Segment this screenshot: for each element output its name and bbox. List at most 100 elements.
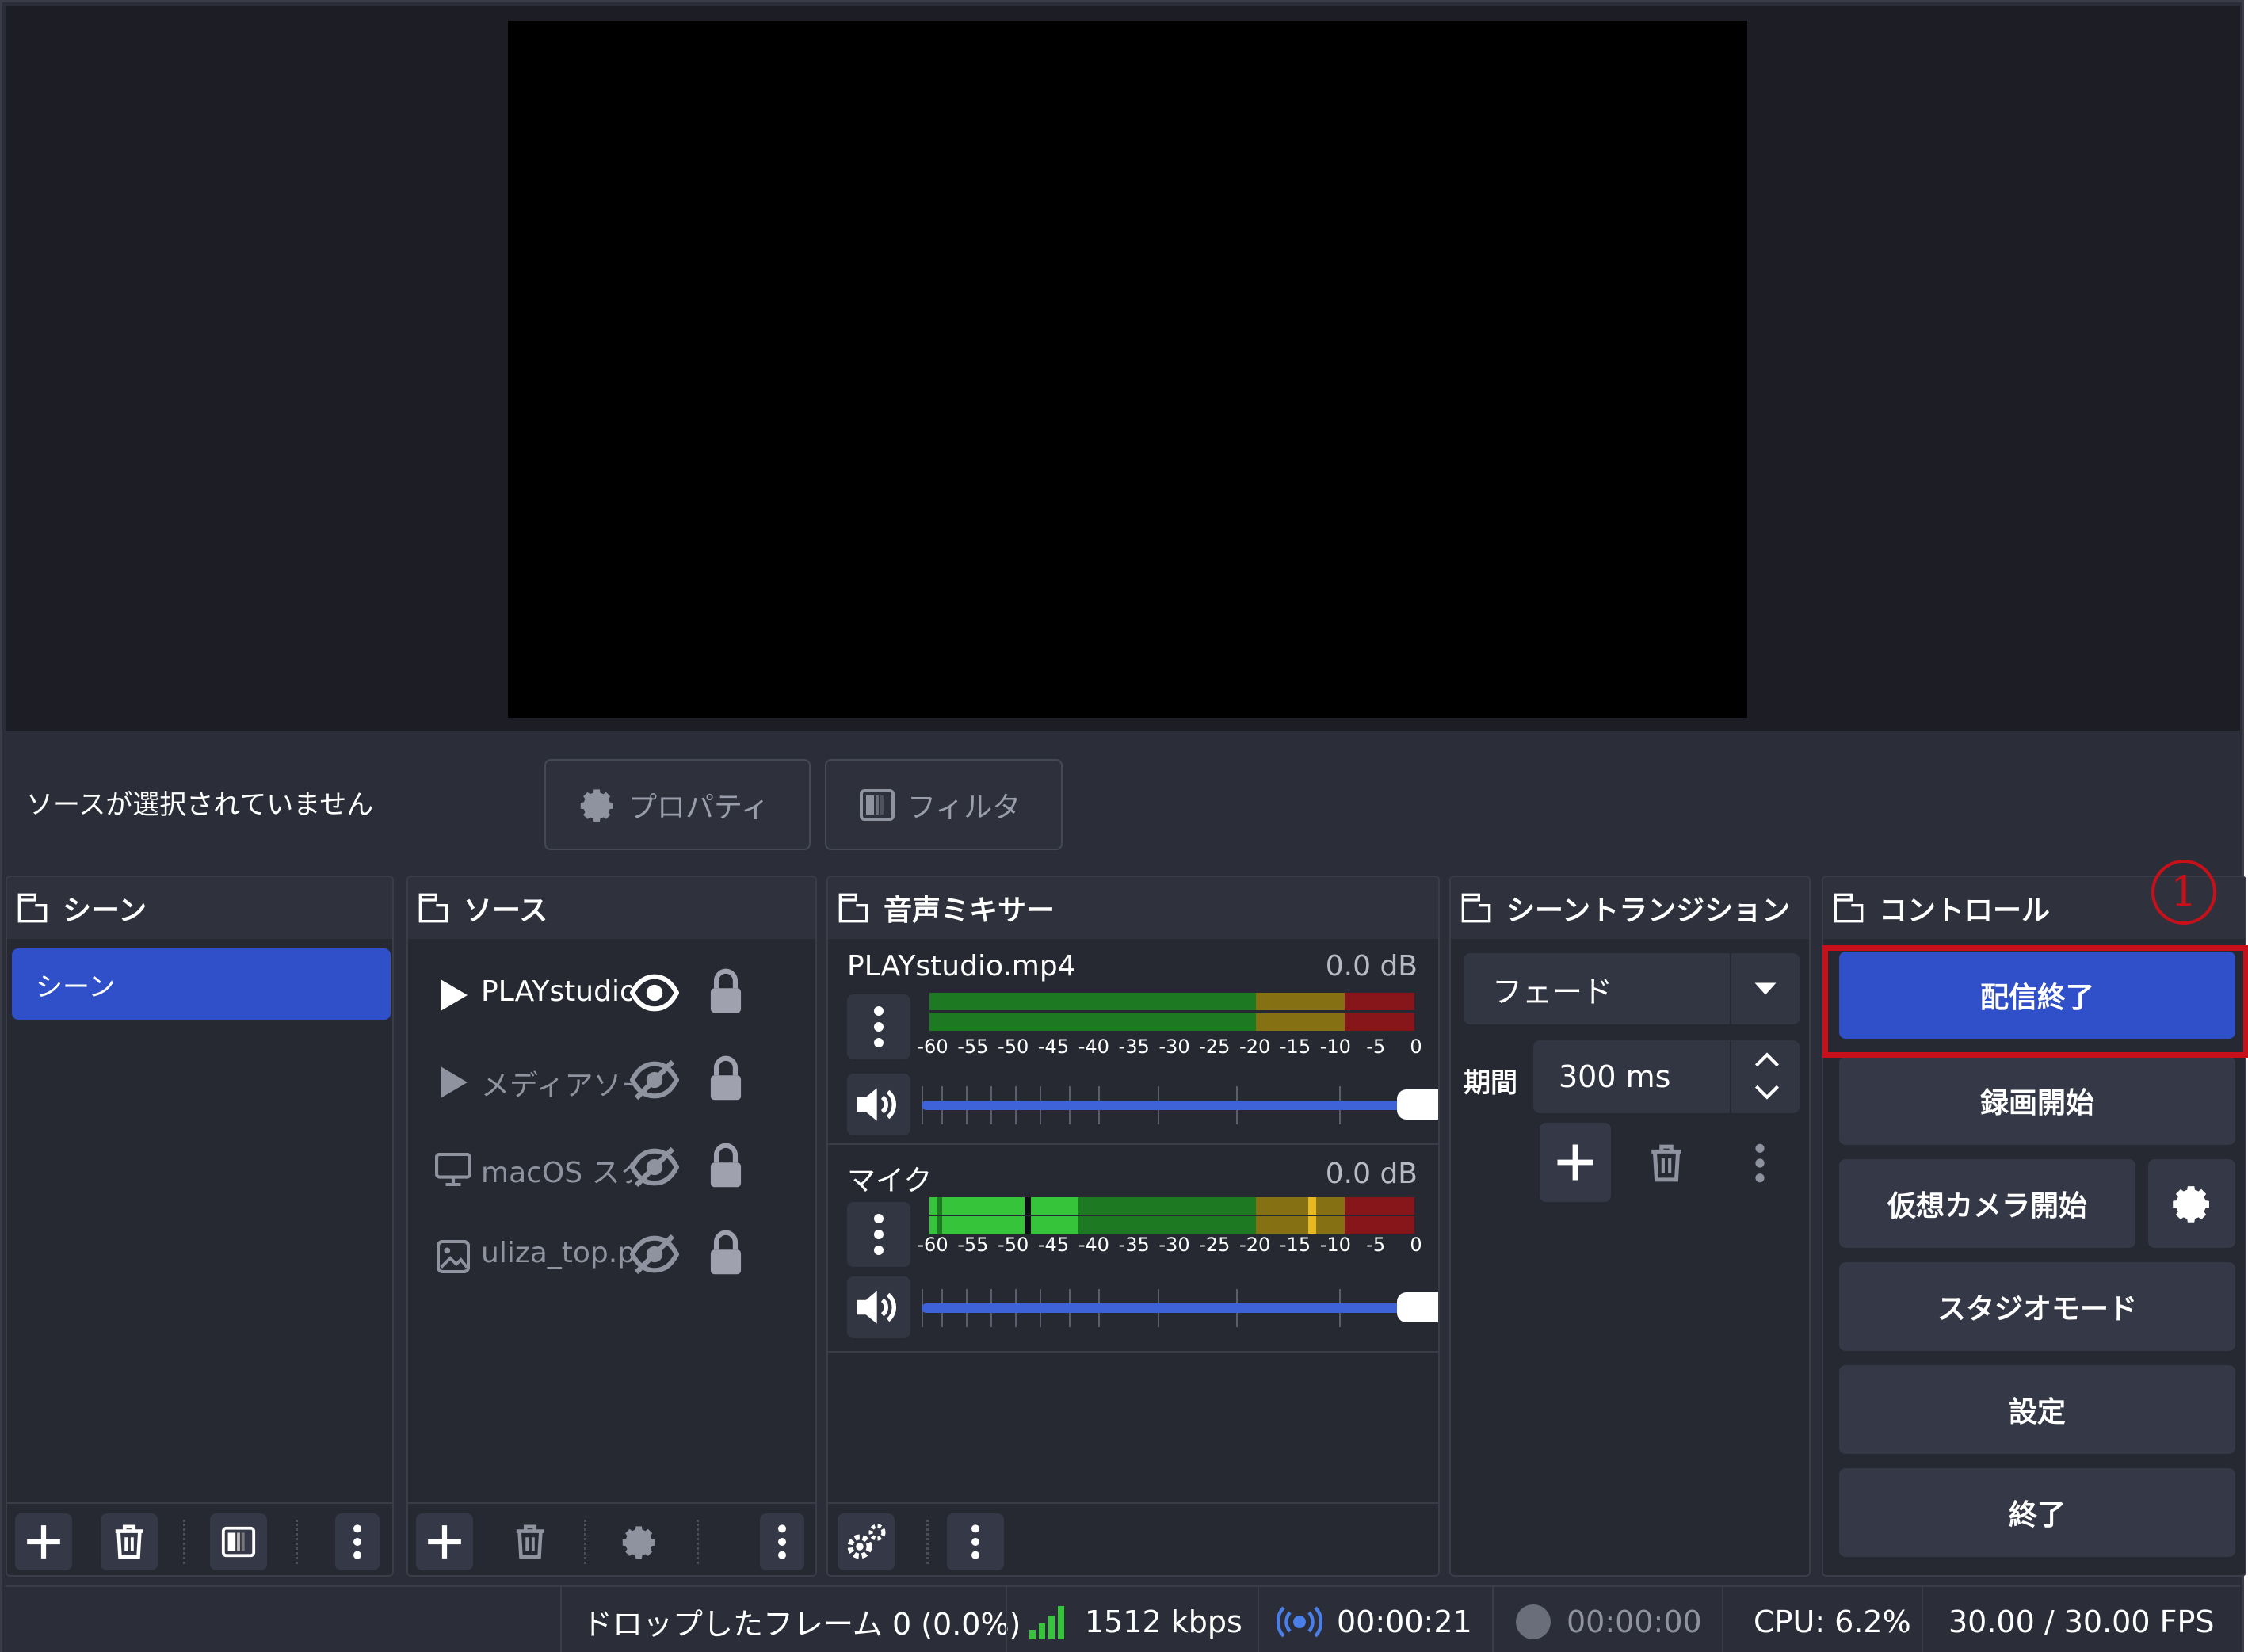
start-virtual-camera-label: 仮想カメラ開始 bbox=[1887, 1190, 2087, 1223]
advanced-audio-button[interactable] bbox=[838, 1513, 895, 1570]
add-source-button[interactable] bbox=[416, 1513, 473, 1570]
spin-buttons[interactable] bbox=[1730, 1040, 1800, 1113]
transition-menu-button[interactable] bbox=[1736, 1127, 1784, 1199]
remove-transition-button[interactable] bbox=[1635, 1127, 1698, 1199]
duration-spinbox[interactable]: 300 ms bbox=[1533, 1040, 1800, 1113]
toolbar-separator bbox=[584, 1520, 586, 1564]
channel-menu-button[interactable] bbox=[847, 1202, 910, 1267]
studio-mode-button[interactable]: スタジオモード bbox=[1839, 1262, 2235, 1351]
meter-scale-label: -50 bbox=[998, 1234, 1029, 1256]
preview-canvas[interactable] bbox=[508, 21, 1747, 718]
meter-scale-label: -10 bbox=[1319, 1036, 1351, 1058]
eye-icon[interactable] bbox=[629, 971, 680, 1015]
eye-hidden-icon[interactable] bbox=[629, 1145, 680, 1189]
meter-scale-label: -40 bbox=[1078, 1234, 1109, 1256]
meter-scale-label: -15 bbox=[1279, 1036, 1311, 1058]
volume-slider-handle[interactable] bbox=[1397, 1089, 1438, 1120]
channel-menu-button[interactable] bbox=[847, 994, 910, 1059]
scene-filters-button[interactable] bbox=[210, 1513, 267, 1570]
source-item[interactable]: macOS スクリーンキャプチャ bbox=[408, 1127, 815, 1207]
source-item[interactable]: メディアソース bbox=[408, 1040, 815, 1120]
dock-window-icon bbox=[1834, 893, 1864, 923]
volume-slider-track[interactable] bbox=[922, 1303, 1413, 1313]
studio-mode-label: スタジオモード bbox=[1937, 1293, 2137, 1326]
volume-slider-handle[interactable] bbox=[1397, 1292, 1438, 1322]
meter-scale-label: -5 bbox=[1366, 1036, 1386, 1058]
scene-transitions-title: シーントランジション bbox=[1506, 895, 1791, 927]
source-properties-button[interactable] bbox=[611, 1513, 668, 1570]
properties-label: プロパティ bbox=[628, 791, 769, 824]
cpu-usage: CPU: 6.2% bbox=[1754, 1587, 1911, 1652]
duration-label: 期間 bbox=[1464, 1067, 1517, 1099]
toolbar-separator bbox=[697, 1520, 699, 1564]
plus-icon bbox=[428, 1525, 461, 1559]
mixer-channel: PLAYstudio.mp4 0.0 dB -60 -55 -50 -45 -40 -35… bbox=[828, 939, 1438, 1145]
gear-icon bbox=[622, 1526, 655, 1559]
meter-scale-label: -20 bbox=[1239, 1234, 1271, 1256]
mixer-menu-button[interactable] bbox=[947, 1513, 1004, 1570]
add-transition-button[interactable] bbox=[1540, 1123, 1611, 1202]
settings-button[interactable]: 設定 bbox=[1839, 1365, 2235, 1454]
channel-db: 0.0 dB bbox=[1325, 1158, 1418, 1190]
add-scene-button[interactable] bbox=[15, 1513, 72, 1570]
meter-scale-label: -60 bbox=[917, 1234, 948, 1256]
context-bar: ソースが選択されていません プロパティ フィルタ bbox=[6, 743, 2240, 854]
transition-select[interactable]: フェード bbox=[1464, 953, 1800, 1024]
status-bar: ドロップしたフレーム 0 (0.0%) 1512 kbps 00:00:21 0… bbox=[6, 1585, 2240, 1652]
start-recording-button[interactable]: 録画開始 bbox=[1839, 1056, 2235, 1145]
audio-mixer-title: 音声ミキサー bbox=[884, 895, 1055, 927]
unlocked-icon[interactable] bbox=[706, 1229, 747, 1278]
meter-scale-label: -60 bbox=[917, 1036, 948, 1058]
eye-hidden-icon[interactable] bbox=[629, 1232, 680, 1276]
unlocked-icon[interactable] bbox=[706, 1142, 747, 1191]
virtual-camera-settings-button[interactable] bbox=[2148, 1159, 2235, 1248]
sources-menu-button[interactable] bbox=[760, 1513, 804, 1570]
scene-transitions-dock-title: シーントランジション bbox=[1451, 877, 1809, 939]
unlocked-icon[interactable] bbox=[706, 967, 747, 1017]
filters-label: フィルタ bbox=[907, 791, 1021, 824]
filters-button[interactable]: フィルタ bbox=[825, 759, 1063, 850]
meter-scale-label: -20 bbox=[1239, 1036, 1271, 1058]
remove-source-button[interactable] bbox=[502, 1513, 559, 1570]
meter-scale-label: -45 bbox=[1037, 1036, 1070, 1058]
start-virtual-camera-button[interactable]: 仮想カメラ開始 bbox=[1839, 1159, 2135, 1248]
exit-button[interactable]: 終了 bbox=[1839, 1468, 2235, 1557]
audio-meter bbox=[929, 1013, 1414, 1031]
remove-scene-button[interactable] bbox=[101, 1513, 158, 1570]
scenes-dock-title: シーン bbox=[7, 877, 392, 939]
eye-hidden-icon[interactable] bbox=[629, 1058, 680, 1102]
dock-window-icon bbox=[1461, 893, 1491, 923]
properties-button[interactable]: プロパティ bbox=[544, 759, 811, 850]
meter-scale-label: -10 bbox=[1319, 1234, 1351, 1256]
scene-item[interactable]: シーン bbox=[12, 948, 391, 1020]
mute-button[interactable] bbox=[847, 1074, 910, 1135]
meter-scale-label: -40 bbox=[1078, 1036, 1109, 1058]
meter-scale-label: -5 bbox=[1366, 1234, 1386, 1256]
status-separator bbox=[560, 1587, 562, 1652]
source-item-label: uliza_top.png bbox=[481, 1237, 632, 1269]
status-separator bbox=[1258, 1587, 1259, 1652]
source-item[interactable]: PLAYstudio.mp4 bbox=[408, 953, 815, 1032]
meter-scale-label: -30 bbox=[1158, 1036, 1190, 1058]
plus-icon bbox=[27, 1525, 60, 1559]
dropped-frames: ドロップしたフレーム 0 (0.0%) bbox=[582, 1587, 1021, 1652]
unlocked-icon[interactable] bbox=[706, 1055, 747, 1104]
meter-scale: -60 -55 -50 -45 -40 -35 -30 -25 -20 -15 -10 -5 0 bbox=[917, 1234, 1422, 1265]
stream-time-text: 00:00:21 bbox=[1337, 1604, 1472, 1639]
filter-icon bbox=[860, 788, 895, 821]
source-item[interactable]: uliza_top.png bbox=[408, 1215, 815, 1294]
scenes-dock: シーン シーン bbox=[6, 876, 394, 1577]
volume-slider-track[interactable] bbox=[922, 1101, 1413, 1110]
chevron-down-icon bbox=[1730, 953, 1800, 1024]
audio-meter bbox=[929, 993, 1414, 1010]
chevron-up-icon bbox=[1754, 1052, 1780, 1067]
meter-scale-label: -25 bbox=[1199, 1234, 1231, 1256]
scenes-menu-button[interactable] bbox=[335, 1513, 380, 1570]
dock-window-icon bbox=[418, 893, 448, 923]
audio-mixer-dock: 音声ミキサー PLAYstudio.mp4 0.0 dB -60 -55 -50 -4… bbox=[826, 876, 1440, 1577]
dock-window-icon bbox=[17, 893, 48, 923]
trash-icon bbox=[516, 1524, 544, 1559]
exit-label: 終了 bbox=[2008, 1499, 2066, 1532]
channel-name: マイク bbox=[847, 1165, 933, 1197]
mute-button[interactable] bbox=[847, 1276, 910, 1338]
